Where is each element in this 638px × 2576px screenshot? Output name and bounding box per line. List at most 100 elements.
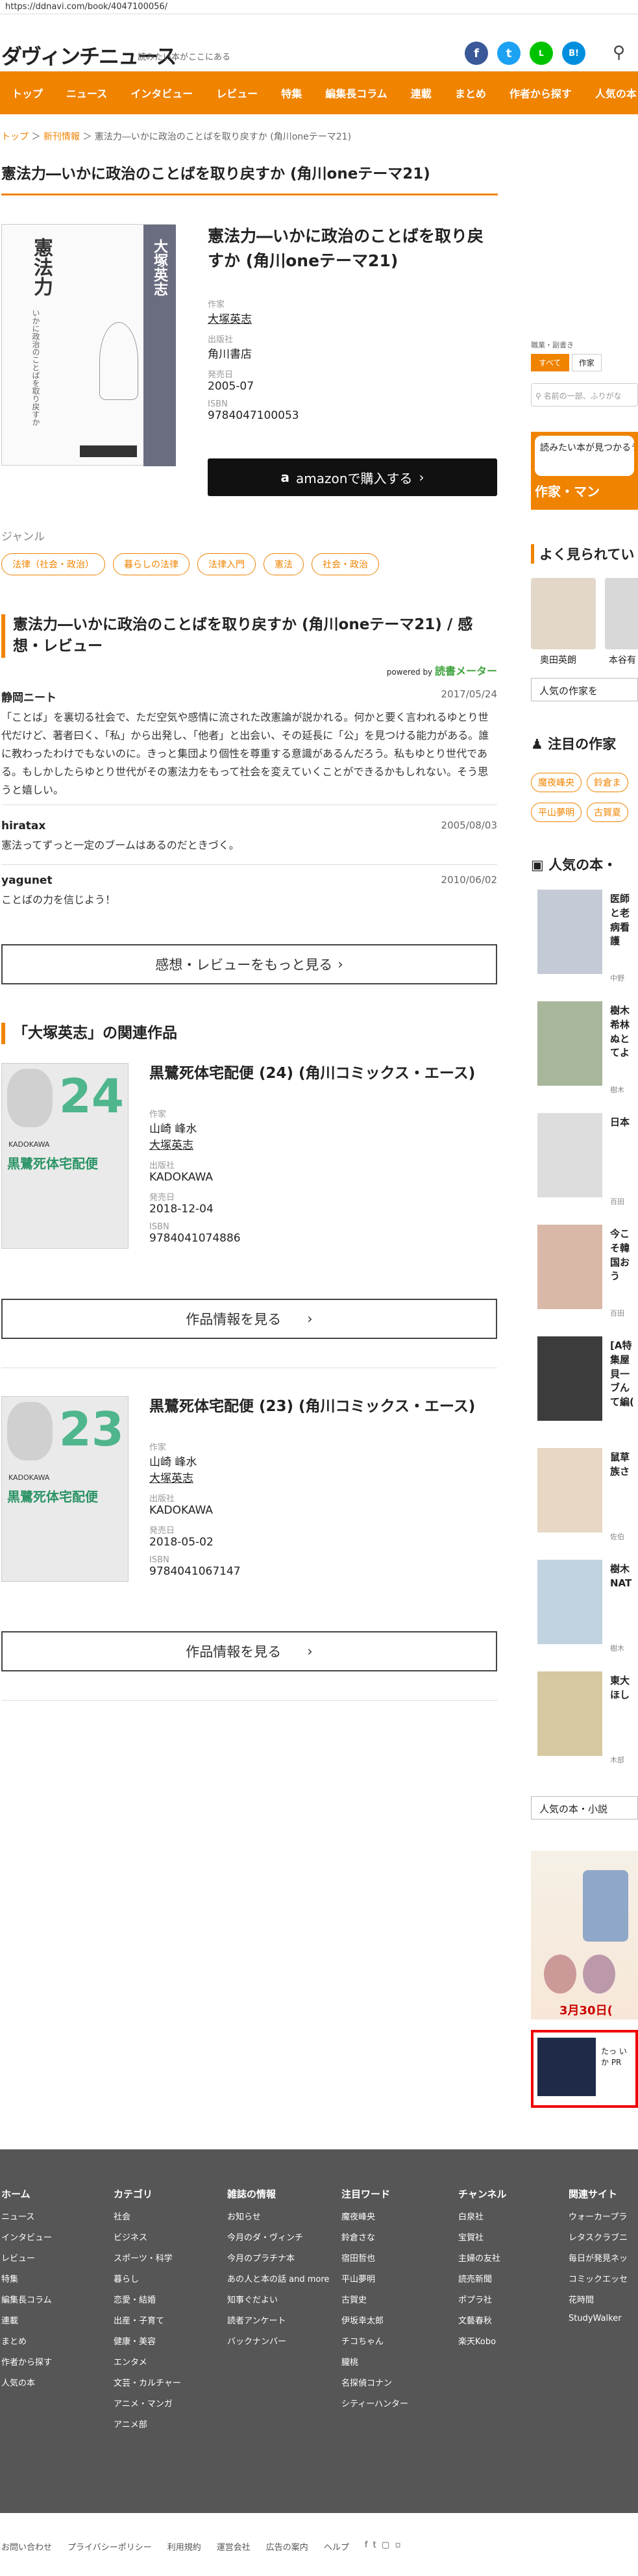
footer-link-ads[interactable]: 広告の案内 (266, 2540, 308, 2553)
author-link[interactable]: 大塚英志 (208, 310, 497, 326)
author-name[interactable]: 奥田英朗 (540, 653, 576, 666)
review-user[interactable]: hiratax (1, 819, 497, 832)
related-cover[interactable]: 24 黒鷺死体宅配便 KADOKAWA (1, 1063, 129, 1249)
footer-column-heading[interactable]: 注目ワード (341, 2187, 408, 2201)
footer-link[interactable]: 名探偵コナン (341, 2376, 408, 2388)
footer-link[interactable]: 文藝春秋 (458, 2314, 507, 2326)
hatena-icon[interactable]: B! (562, 42, 585, 65)
footer-link[interactable]: 社会 (114, 2210, 181, 2222)
footer-link-company[interactable]: 運営会社 (217, 2540, 251, 2553)
attention-tag[interactable]: 魔夜峰央 (531, 773, 582, 792)
sidebar-ad-banner[interactable]: たっ いか PR (531, 2030, 638, 2108)
related-cover[interactable]: 23 黒鷺死体宅配便 KADOKAWA (1, 1396, 129, 1582)
footer-link[interactable]: シティーハンター (341, 2397, 408, 2409)
related-title[interactable]: 黒鷺死体宅配便 (24) (角川コミックス・エース) (149, 1063, 500, 1084)
footer-link[interactable]: 恋愛・結婚 (114, 2293, 181, 2305)
author-avatar[interactable] (531, 578, 596, 649)
footer-link[interactable]: 連載 (1, 2314, 52, 2326)
genre-tag[interactable]: 法律（社会・政治） (1, 553, 105, 575)
footer-link[interactable]: 毎日が発見ネッ (569, 2251, 628, 2264)
footer-link[interactable]: レビュー (1, 2251, 52, 2264)
nav-feature[interactable]: 特集 (269, 85, 313, 101)
footer-link[interactable]: 宝賀社 (458, 2231, 507, 2243)
review-user[interactable]: 静岡ニート (1, 688, 497, 705)
attention-tag[interactable]: 平山夢明 (531, 803, 582, 822)
popular-book-item[interactable]: 樹木希林ぬとてよ 樹木 (531, 1001, 638, 1099)
footer-link[interactable]: 特集 (1, 2272, 52, 2284)
footer-link[interactable]: 朧桃 (341, 2355, 408, 2368)
nav-news[interactable]: ニュース (55, 85, 119, 101)
footer-link[interactable]: レタスクラブニ (569, 2231, 628, 2243)
footer-link[interactable]: 主婦の友社 (458, 2251, 507, 2264)
footer-link[interactable]: ウォーカープラ (569, 2210, 628, 2222)
search-icon[interactable]: ⚲ (613, 43, 625, 62)
nav-interview[interactable]: インタビュー (119, 85, 204, 101)
nav-serial[interactable]: 連載 (399, 85, 443, 101)
footer-link[interactable]: あの人と本の話 and more (227, 2272, 329, 2284)
footer-link-privacy[interactable]: プライバシーポリシー (67, 2540, 152, 2553)
footer-link-contact[interactable]: お問い合わせ (1, 2540, 52, 2553)
footer-link[interactable]: コミックエッセ (569, 2272, 628, 2284)
tab-author[interactable]: 作家 (571, 354, 602, 371)
breadcrumb-home[interactable]: トップ (1, 132, 29, 142)
footer-link[interactable]: エンタメ (114, 2355, 181, 2368)
popular-book-item[interactable]: 樹木NAT 樹木 (531, 1560, 638, 1657)
footer-link[interactable]: 魔夜峰央 (341, 2210, 408, 2222)
footer-link[interactable]: 今月のダ・ヴィンチ (227, 2231, 329, 2243)
popular-book-item[interactable]: 今こそ韓国おう 百田 (531, 1225, 638, 1322)
footer-link[interactable]: 白泉社 (458, 2210, 507, 2222)
footer-link[interactable]: StudyWalker (569, 2314, 628, 2323)
footer-link[interactable]: アニメ・マンガ (114, 2397, 181, 2409)
footer-social-icons[interactable]: f t ▢ ▫ (365, 2540, 401, 2553)
footer-link-help[interactable]: ヘルプ (324, 2540, 349, 2553)
author-avatar[interactable] (605, 578, 638, 649)
footer-link[interactable]: ビジネス (114, 2231, 181, 2243)
author-link[interactable]: 大塚英志 (149, 1136, 461, 1152)
breadcrumb-section[interactable]: 新刊情報 (43, 132, 80, 142)
footer-link[interactable]: まとめ (1, 2334, 52, 2347)
sidebar-search-input[interactable]: ⚲ 名前の一部、ふりがな (531, 383, 638, 406)
footer-link[interactable]: 人気の本 (1, 2376, 52, 2388)
footer-link[interactable]: 楽天Kobo (458, 2334, 507, 2347)
footer-link[interactable]: 鈴倉さな (341, 2231, 408, 2243)
view-work-button[interactable]: 作品情報を見る › (1, 1631, 497, 1671)
footer-link[interactable]: ニュース (1, 2210, 52, 2222)
popular-book-item[interactable]: 東大ほし 木部 (531, 1671, 638, 1769)
footer-column-heading[interactable]: 関連サイト (569, 2187, 628, 2201)
footer-link[interactable]: 宿田哲也 (341, 2251, 408, 2264)
footer-link[interactable]: 編集長コラム (1, 2293, 52, 2305)
footer-column-heading[interactable]: カテゴリ (114, 2187, 181, 2201)
footer-link[interactable]: 伊坂幸太郎 (341, 2314, 408, 2326)
footer-link[interactable]: スポーツ・科学 (114, 2251, 181, 2264)
popular-book-item[interactable]: 鼠草族さ 佐伯 (531, 1448, 638, 1545)
nav-author-search[interactable]: 作者から探す (498, 85, 583, 101)
sidebar-banner[interactable]: 読みたい本が見つかるラ 作家・マン (531, 432, 638, 510)
footer-link[interactable]: 文芸・カルチャー (114, 2376, 181, 2388)
footer-column-heading[interactable]: チャンネル (458, 2187, 507, 2201)
browser-url-bar[interactable]: https://ddnavi.com/book/4047100056/ (0, 0, 638, 14)
more-books-button[interactable]: 人気の本・小説 (531, 1796, 638, 1819)
more-reviews-button[interactable]: 感想・レビューをもっと見る › (1, 944, 497, 984)
attention-tag[interactable]: 古賀夏 (587, 803, 628, 822)
related-title[interactable]: 黒鷺死体宅配便 (23) (角川コミックス・エース) (149, 1396, 500, 1417)
footer-link[interactable]: アニメ部 (114, 2418, 181, 2430)
footer-link[interactable]: お知らせ (227, 2210, 329, 2222)
popular-book-item[interactable]: [A特集屋貝一ブんて編( (531, 1336, 638, 1434)
footer-link[interactable]: 今月のプラチナ本 (227, 2251, 329, 2264)
footer-link[interactable]: 健康・美容 (114, 2334, 181, 2347)
more-authors-button[interactable]: 人気の作家を (531, 678, 638, 701)
view-work-button[interactable]: 作品情報を見る › (1, 1299, 497, 1339)
twitter-icon[interactable]: t (497, 42, 521, 65)
popular-book-item[interactable]: 日本 百田 (531, 1113, 638, 1210)
genre-tag[interactable]: 憲法 (264, 553, 304, 575)
author-link[interactable]: 大塚英志 (149, 1469, 461, 1485)
popular-book-item[interactable]: 医師と老病看護 中野 (531, 890, 638, 987)
footer-link[interactable]: 平山夢明 (341, 2272, 408, 2284)
footer-column-heading[interactable]: 雑誌の情報 (227, 2187, 329, 2201)
footer-link[interactable]: 知事ぐだよい (227, 2293, 329, 2305)
attention-tag[interactable]: 鈴倉ま (587, 773, 628, 792)
footer-column-heading[interactable]: ホーム (1, 2187, 52, 2201)
footer-link[interactable]: 読売新聞 (458, 2272, 507, 2284)
nav-popular-books[interactable]: 人気の本 (583, 85, 638, 101)
footer-link[interactable]: 暮らし (114, 2272, 181, 2284)
